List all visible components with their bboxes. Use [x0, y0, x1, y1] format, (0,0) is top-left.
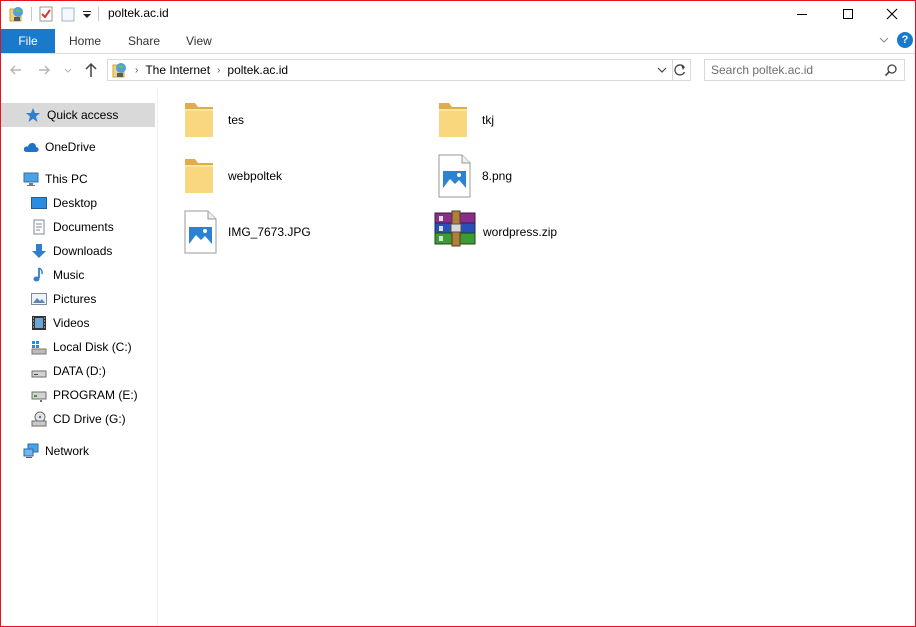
address-history-dropdown[interactable]: [656, 63, 668, 77]
file-item[interactable]: tes: [183, 97, 433, 147]
sidebar-item-cd-drive-g[interactable]: CD Drive (G:): [1, 407, 155, 431]
network-location-icon: [112, 62, 128, 78]
expand-ribbon-icon[interactable]: [879, 35, 889, 45]
sidebar-item-network[interactable]: Network: [1, 439, 155, 463]
breadcrumb-item-poltek[interactable]: poltek.ac.id: [227, 63, 288, 77]
sidebar-item-videos[interactable]: Videos: [1, 311, 155, 335]
search-icon[interactable]: [884, 63, 898, 77]
chevron-down-icon: [657, 67, 667, 73]
pictures-icon: [31, 291, 47, 307]
up-button[interactable]: [83, 60, 101, 80]
download-arrow-icon: [31, 243, 47, 259]
network-drive-icon: [31, 387, 47, 403]
sidebar-item-onedrive[interactable]: OneDrive: [1, 135, 155, 159]
close-icon: [886, 8, 898, 20]
file-item[interactable]: wordpress.zip: [433, 209, 683, 259]
cd-drive-icon: [31, 411, 47, 427]
file-name: tkj: [482, 113, 494, 127]
image-file-icon: [437, 153, 477, 199]
chevron-down-icon: [64, 68, 72, 73]
breadcrumb-chevron-icon[interactable]: ›: [135, 65, 138, 76]
network-folder-app-icon: [9, 6, 25, 22]
maximize-icon: [843, 9, 853, 19]
film-strip-icon: [31, 315, 47, 331]
address-bar[interactable]: › The Internet › poltek.ac.id: [107, 59, 673, 81]
folder-icon: [437, 97, 477, 143]
sidebar-item-documents[interactable]: Documents: [1, 215, 155, 239]
image-file-icon: [183, 209, 223, 255]
title-bar: poltek.ac.id: [1, 1, 915, 27]
file-item[interactable]: IMG_7673.JPG: [183, 209, 433, 259]
new-folder-icon[interactable]: [60, 6, 76, 22]
forward-button[interactable]: [37, 60, 55, 80]
file-item[interactable]: tkj: [437, 97, 687, 147]
breadcrumb-chevron-icon[interactable]: ›: [217, 65, 220, 76]
forward-arrow-icon: [39, 65, 50, 75]
computer-icon: [23, 171, 39, 187]
cloud-icon: [23, 139, 39, 155]
sidebar-item-data-d[interactable]: DATA (D:): [1, 359, 155, 383]
maximize-button[interactable]: [825, 1, 871, 27]
winrar-archive-icon: [433, 209, 476, 255]
navigation-pane: Quick access OneDrive This PC Desktop Do…: [1, 87, 158, 626]
file-name: webpoltek: [228, 169, 283, 183]
folder-icon: [183, 97, 223, 143]
refresh-icon: [674, 64, 686, 76]
tab-file[interactable]: File: [1, 29, 55, 53]
tab-share[interactable]: Share: [128, 29, 160, 53]
toolbar-separator: [98, 7, 99, 21]
tab-home[interactable]: Home: [69, 29, 101, 53]
sidebar-item-pictures[interactable]: Pictures: [1, 287, 155, 311]
music-note-icon: [31, 267, 47, 283]
window-title: poltek.ac.id: [108, 6, 169, 20]
minimize-icon: [797, 14, 807, 15]
file-name: tes: [228, 113, 245, 127]
windows-drive-icon: [31, 339, 47, 355]
properties-icon[interactable]: [38, 6, 54, 22]
file-name: IMG_7673.JPG: [228, 225, 311, 239]
file-name: wordpress.zip: [483, 225, 558, 239]
back-button[interactable]: [9, 60, 27, 80]
refresh-button[interactable]: [670, 59, 691, 81]
drive-icon: [31, 363, 47, 379]
sidebar-item-this-pc[interactable]: This PC: [1, 167, 155, 191]
sidebar-item-quick-access[interactable]: Quick access: [1, 103, 155, 127]
file-item[interactable]: 8.png: [437, 153, 687, 203]
customize-toolbar-dropdown-icon[interactable]: [82, 6, 92, 22]
sidebar-item-downloads[interactable]: Downloads: [1, 239, 155, 263]
toolbar-separator: [31, 7, 32, 21]
search-input[interactable]: [711, 62, 881, 78]
recent-locations-dropdown[interactable]: [63, 60, 75, 80]
back-arrow-icon: [10, 65, 21, 75]
breadcrumb-item-the-internet[interactable]: The Internet: [145, 63, 210, 77]
tab-view[interactable]: View: [186, 29, 212, 53]
sidebar-item-program-e[interactable]: PROGRAM (E:): [1, 383, 155, 407]
explorer-window: poltek.ac.id File Home Share View ? › Th…: [0, 0, 916, 627]
search-box[interactable]: [704, 59, 905, 81]
minimize-button[interactable]: [779, 1, 825, 27]
file-list: tes tkj webpoltek 8.png IMG_7673.JPG wor…: [158, 87, 915, 626]
close-button[interactable]: [869, 1, 915, 27]
breadcrumb: › The Internet › poltek.ac.id: [112, 60, 288, 80]
sidebar-item-local-disk-c[interactable]: Local Disk (C:): [1, 335, 155, 359]
quick-access-toolbar: [9, 4, 105, 24]
star-icon: [25, 107, 41, 123]
documents-icon: [31, 219, 47, 235]
file-item[interactable]: webpoltek: [183, 153, 433, 203]
desktop-icon: [31, 195, 47, 211]
sidebar-item-desktop[interactable]: Desktop: [1, 191, 155, 215]
network-icon: [23, 443, 39, 459]
ribbon-tabs: File Home Share View ?: [1, 29, 915, 54]
file-name: 8.png: [482, 169, 513, 183]
up-arrow-icon: [85, 62, 97, 77]
sidebar-item-music[interactable]: Music: [1, 263, 155, 287]
help-button[interactable]: ?: [897, 32, 913, 48]
folder-icon: [183, 153, 223, 199]
address-row: › The Internet › poltek.ac.id: [1, 56, 915, 84]
